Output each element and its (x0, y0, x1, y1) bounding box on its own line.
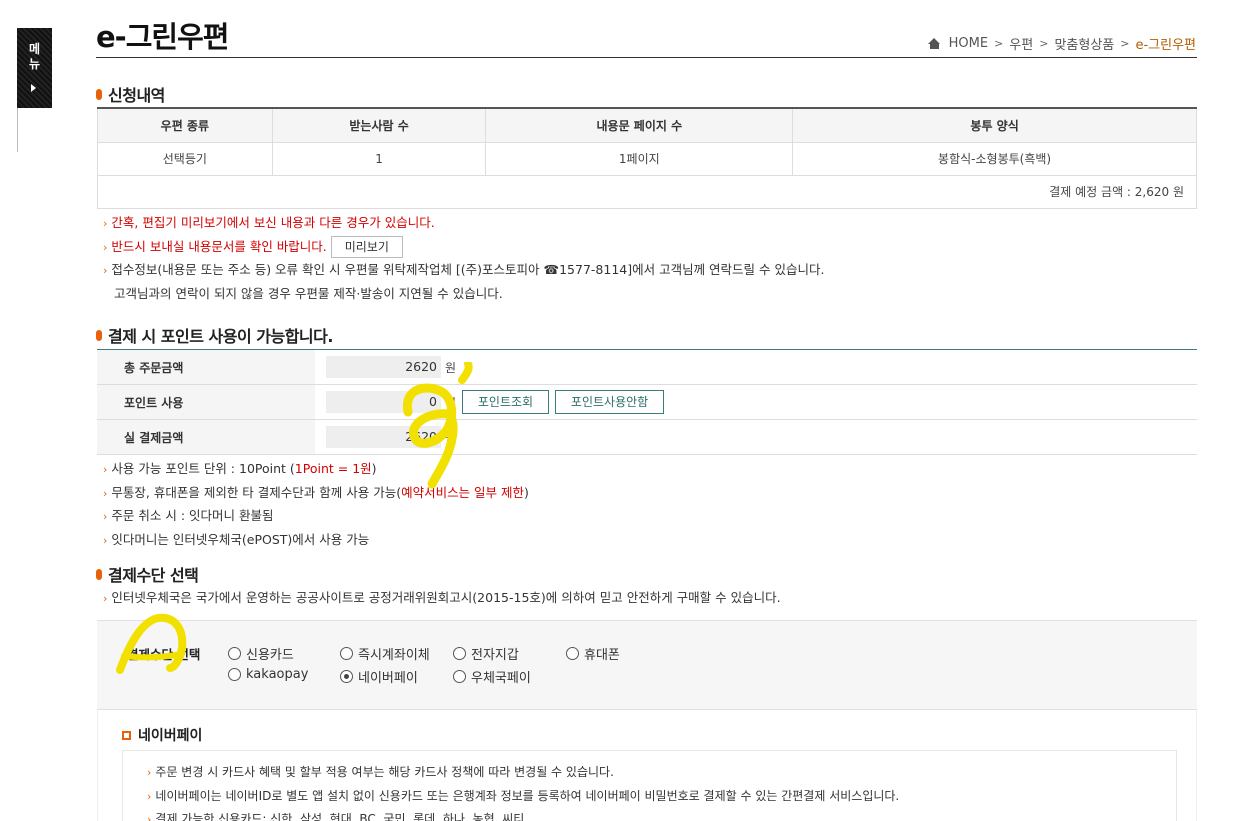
note-line: 고객님과의 연락이 되지 않을 경우 우편물 제작·발송이 지연될 수 있습니다… (114, 285, 503, 301)
point-use-input[interactable]: 0 (326, 391, 441, 413)
note-line: › 결제 가능한 신용카드: 신한, 삼성, 현대, BC, 국민, 롯데, 하나… (147, 808, 899, 821)
radio-icon (566, 647, 579, 660)
table-cell: 봉함식-소형봉투(흑백) (792, 141, 1197, 176)
radio-e-wallet[interactable]: 전자지갑 (453, 644, 519, 663)
point-nouse-button[interactable]: 포인트사용안함 (554, 390, 665, 414)
chevron-right-icon: › (103, 533, 108, 547)
side-divider (17, 108, 18, 152)
page-title: e-그린우편 (96, 20, 229, 54)
note-line: › 인터넷우체국은 국가에서 운영하는 공공사이트로 공정거래위원회고시(2015… (103, 590, 781, 605)
chevron-right-icon: > (1120, 37, 1130, 50)
title-divider (96, 57, 1197, 58)
note-line: › 주문 취소 시 : 잇다머니 환불됨 (103, 508, 274, 523)
col-header: 우편 종류 (97, 108, 273, 143)
radio-bank-transfer[interactable]: 즉시계좌이체 (340, 644, 430, 663)
note-line: › 접수정보(내용문 또는 주소 등) 오류 확인 시 우편물 위탁제작업체 [(… (103, 262, 825, 277)
payment-select-label: 결제수단 선택 (127, 647, 201, 662)
chevron-right-icon: > (1039, 37, 1049, 50)
currency-label: 원 (445, 430, 457, 445)
chevron-right-icon: › (103, 463, 108, 476)
bullet-icon (96, 88, 102, 100)
breadcrumb-home[interactable]: HOME (949, 36, 988, 51)
apply-table: 우편 종류 받는사람 수 내용문 페이지 수 봉투 양식 선택등기 1 1페이지… (97, 107, 1197, 209)
chevron-right-icon: > (994, 37, 1004, 50)
square-bullet-icon (122, 730, 131, 740)
final-payment-label: 실 결제금액 (97, 419, 315, 455)
radio-mobile[interactable]: 휴대폰 (566, 644, 620, 663)
chevron-right-icon: › (103, 486, 108, 500)
side-menu-tab[interactable]: 메뉴 (17, 28, 52, 108)
note-line: › 무통장, 휴대폰을 제외한 타 결제수단과 함께 사용 가능(예약서비스는 일… (103, 484, 529, 500)
payment-heading: 결제수단 선택 (96, 562, 199, 586)
radio-icon (453, 647, 466, 660)
points-heading: 결제 시 포인트 사용이 가능합니다. (96, 323, 333, 347)
naverpay-notes: › 주문 변경 시 카드사 혜택 및 할부 적용 여부는 해당 카드사 정책에 따… (147, 761, 899, 821)
final-payment-field: 2620 (326, 426, 441, 448)
apply-heading: 신청내역 (96, 82, 165, 106)
note-line: › 주문 변경 시 카드사 혜택 및 할부 적용 여부는 해당 카드사 정책에 따… (147, 765, 614, 779)
table-row: 선택등기 1 1페이지 봉함식-소형봉투(흑백) (97, 141, 1197, 176)
note-line: › 반드시 보내실 내용문서를 확인 바랍니다. 미리보기 (103, 236, 824, 260)
table-row: 포인트 사용 0원 포인트조회 포인트사용안함 (97, 384, 1197, 420)
table-cell: 1 (271, 141, 487, 176)
breadcrumb-level1[interactable]: 우편 (1009, 34, 1033, 53)
col-header: 내용문 페이지 수 (485, 108, 794, 143)
breadcrumb-level2[interactable]: 맞춤형상품 (1054, 34, 1114, 53)
total-order-field: 2620 (326, 356, 441, 378)
breadcrumb: HOME > 우편 > 맞춤형상품 > e-그린우편 (927, 34, 1196, 53)
breadcrumb-current: e-그린우편 (1135, 38, 1196, 53)
note-line: › 네이버페이는 네이버ID로 별도 앱 설치 없이 신용카드 또는 은행계좌 정… (147, 788, 900, 803)
chevron-right-icon: › (147, 766, 152, 779)
note-line: › 간혹, 편집기 미리보기에서 보신 내용과 다른 경우가 있습니다. (103, 215, 435, 230)
col-header: 받는사람 수 (271, 108, 487, 143)
radio-credit-card[interactable]: 신용카드 (228, 644, 294, 663)
chevron-right-icon: › (147, 813, 152, 821)
radio-naverpay[interactable]: 네이버페이 (340, 667, 418, 686)
point-query-button[interactable]: 포인트조회 (461, 390, 550, 414)
expected-payment: 결제 예정 금액 : 2,620 원 (97, 174, 1197, 209)
point-use-label: 포인트 사용 (97, 384, 315, 420)
total-order-label: 총 주문금액 (97, 349, 315, 385)
bullet-icon (96, 568, 102, 580)
points-table: 총 주문금액 2620 원 포인트 사용 0원 포인트조회 포인트사용안함 실 결… (97, 349, 1197, 455)
currency-label: 원 (445, 360, 457, 375)
table-cell: 선택등기 (97, 141, 273, 176)
radio-icon (228, 647, 241, 660)
total-row: 결제 예정 금액 : 2,620 원 (97, 174, 1197, 209)
table-cell: 1페이지 (485, 141, 794, 176)
table-row: 실 결제금액 2620 원 (97, 419, 1197, 455)
currency-label: 원 (445, 395, 457, 410)
chevron-right-icon: › (103, 510, 108, 523)
apply-notes: › 간혹, 편집기 미리보기에서 보신 내용과 다른 경우가 있습니다. › 반드시… (103, 212, 824, 305)
chevron-right-icon: › (103, 592, 108, 605)
chevron-right-icon: › (147, 789, 152, 803)
points-notes: › 사용 가능 포인트 단위 : 10Point (1Point = 1원) › 무… (103, 458, 529, 552)
payment-note: › 인터넷우체국은 국가에서 운영하는 공공사이트로 공정거래위원회고시(2015… (103, 587, 781, 611)
payment-method-box: 결제수단 선택 신용카드 즉시계좌이체 전자지갑 휴대폰 kakaopay 네이… (97, 620, 1197, 710)
chevron-right-icon: › (103, 264, 108, 277)
radio-icon (340, 647, 353, 660)
naverpay-title: 네이버페이 (122, 725, 202, 745)
naverpay-panel: 네이버페이 › 주문 변경 시 카드사 혜택 및 할부 적용 여부는 해당 카드사… (97, 710, 1197, 821)
table-header-row: 우편 종류 받는사람 수 내용문 페이지 수 봉투 양식 (97, 108, 1197, 143)
naverpay-info-box: › 주문 변경 시 카드사 혜택 및 할부 적용 여부는 해당 카드사 정책에 따… (122, 750, 1177, 821)
chevron-right-icon: › (103, 217, 108, 230)
radio-icon (453, 670, 466, 683)
col-header: 봉투 양식 (792, 108, 1197, 143)
preview-button[interactable]: 미리보기 (330, 236, 403, 258)
radio-icon (228, 668, 241, 681)
home-icon (927, 38, 941, 49)
radio-postpay[interactable]: 우체국페이 (453, 667, 531, 686)
table-row: 총 주문금액 2620 원 (97, 349, 1197, 385)
note-line: › 사용 가능 포인트 단위 : 10Point (1Point = 1원) (103, 461, 377, 476)
radio-selected-icon (340, 670, 353, 683)
bullet-icon (96, 329, 102, 341)
chevron-right-icon (31, 84, 36, 92)
note-line: › 잇다머니는 인터넷우체국(ePOST)에서 사용 가능 (103, 531, 370, 547)
chevron-right-icon: › (103, 240, 108, 254)
side-menu-label: 메뉴 (28, 42, 41, 71)
radio-kakaopay[interactable]: kakaopay (228, 667, 308, 682)
